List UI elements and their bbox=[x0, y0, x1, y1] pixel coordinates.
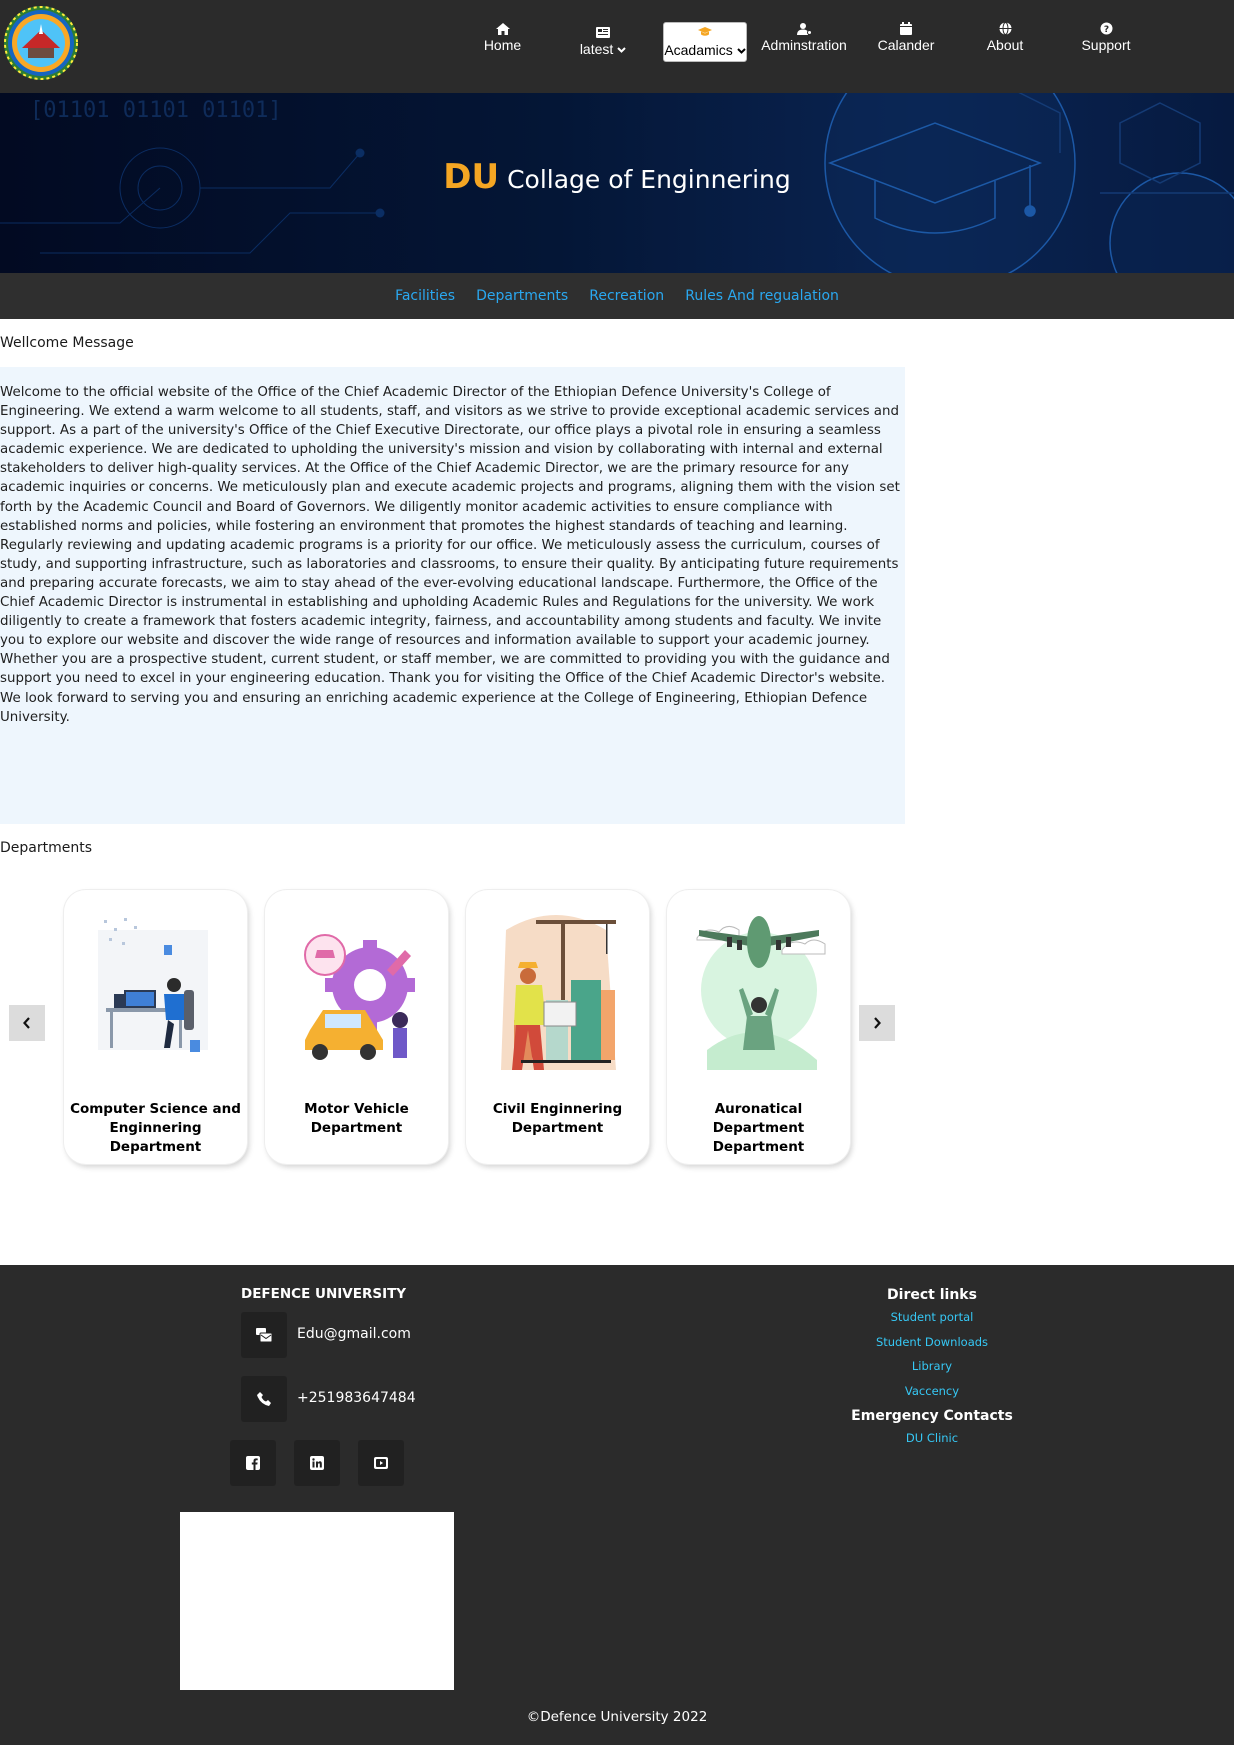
nav-about[interactable]: About bbox=[980, 20, 1030, 60]
mail-bulk-icon bbox=[256, 1328, 272, 1342]
department-card-motor-vehicle[interactable]: Motor Vehicle Department bbox=[265, 890, 448, 1164]
copyright-text: ©Defence University 2022 bbox=[526, 1709, 708, 1725]
user-gear-icon bbox=[758, 20, 850, 36]
question-circle-icon: ? bbox=[1076, 20, 1136, 36]
link-vacancy[interactable]: Vaccency bbox=[832, 1379, 1032, 1404]
facebook-link[interactable] bbox=[230, 1440, 276, 1486]
link-student-downloads[interactable]: Student Downloads bbox=[832, 1330, 1032, 1355]
graduation-cap-icon bbox=[664, 25, 746, 41]
department-card-title: Computer Science and Enginnering Departm… bbox=[70, 1101, 241, 1155]
chevron-down-icon bbox=[617, 47, 626, 54]
emergency-contacts-heading: Emergency Contacts bbox=[851, 1408, 1013, 1424]
calendar-icon bbox=[876, 20, 936, 36]
svg-text:?: ? bbox=[1103, 25, 1108, 35]
university-logo[interactable] bbox=[2, 4, 80, 82]
subnav-departments[interactable]: Departments bbox=[476, 273, 568, 319]
department-card-civil-engineering[interactable]: Civil Enginnering Department bbox=[466, 890, 649, 1164]
chevron-right-icon bbox=[874, 1017, 881, 1029]
hero-title-prefix: DU bbox=[443, 157, 500, 197]
carousel-prev-button[interactable] bbox=[9, 1005, 45, 1041]
civil-engineering-illustration bbox=[501, 915, 616, 1070]
hero-banner: [01101 01101 01101] DU Collage of Enginne… bbox=[0, 93, 1234, 273]
aeronautical-illustration bbox=[696, 916, 826, 1070]
chevron-down-icon bbox=[736, 48, 746, 55]
binary-text: [01101 01101 01101] bbox=[30, 98, 282, 123]
linkedin-link[interactable] bbox=[294, 1440, 340, 1486]
department-card-title: Auronatical Department Department bbox=[712, 1101, 805, 1155]
departments-heading: Departments bbox=[0, 840, 93, 856]
welcome-message-text: Welcome to the official website of the O… bbox=[0, 385, 900, 725]
footer-email[interactable]: Edu@gmail.com bbox=[297, 1326, 411, 1342]
globe-icon bbox=[980, 20, 1030, 36]
embedded-map[interactable] bbox=[180, 1512, 454, 1690]
subnav-recreation[interactable]: Recreation bbox=[589, 273, 664, 319]
chevron-left-icon bbox=[23, 1017, 30, 1029]
department-card-title: Motor Vehicle Department bbox=[304, 1101, 409, 1136]
nav-latest[interactable]: latest bbox=[573, 24, 633, 64]
link-library[interactable]: Library bbox=[832, 1354, 1032, 1379]
newspaper-icon bbox=[573, 24, 633, 40]
nav-academics-select[interactable]: Acadamics bbox=[663, 22, 747, 62]
phone-icon-box bbox=[241, 1376, 287, 1422]
footer-links-column: Direct links Student portal Student Down… bbox=[832, 1285, 1032, 1451]
page-footer: DEFENCE UNIVERSITY Edu@gmail.com +251983… bbox=[0, 1265, 1234, 1745]
phone-icon bbox=[257, 1392, 271, 1406]
nav-administration[interactable]: Adminstration bbox=[758, 20, 850, 60]
department-card-aeronautical[interactable]: Auronatical Department Department bbox=[667, 890, 850, 1164]
email-icon-box bbox=[241, 1312, 287, 1358]
computer-science-illustration bbox=[98, 918, 208, 1052]
link-du-clinic[interactable]: DU Clinic bbox=[832, 1426, 1032, 1451]
link-student-portal[interactable]: Student portal bbox=[832, 1305, 1032, 1330]
sub-navigation: Facilities Departments Recreation Rules … bbox=[0, 273, 1234, 319]
subnav-facilities[interactable]: Facilities bbox=[395, 273, 455, 319]
welcome-message-box: Welcome to the official website of the O… bbox=[0, 367, 905, 824]
nav-support[interactable]: ? Support bbox=[1076, 20, 1136, 60]
hero-title: DU Collage of Enginnering bbox=[0, 157, 1234, 197]
facebook-icon bbox=[246, 1456, 260, 1470]
nav-home[interactable]: Home bbox=[480, 20, 525, 60]
youtube-link[interactable] bbox=[358, 1440, 404, 1486]
youtube-icon bbox=[374, 1457, 388, 1469]
hero-title-text: Collage of Enginnering bbox=[507, 165, 791, 194]
carousel-next-button[interactable] bbox=[859, 1005, 895, 1041]
department-card-title: Civil Enginnering Department bbox=[492, 1101, 623, 1136]
home-icon bbox=[480, 20, 525, 36]
department-card-computer-science[interactable]: Computer Science and Enginnering Departm… bbox=[64, 890, 247, 1164]
direct-links-heading: Direct links bbox=[887, 1287, 977, 1303]
footer-phone[interactable]: +251983647484 bbox=[297, 1390, 416, 1406]
footer-brand: DEFENCE UNIVERSITY bbox=[241, 1286, 407, 1302]
welcome-heading: Wellcome Message bbox=[0, 335, 134, 351]
top-navbar: Home latest Acadamics Adminstration Cala… bbox=[0, 0, 1234, 93]
subnav-rules[interactable]: Rules And regualation bbox=[685, 273, 839, 319]
linkedin-icon bbox=[310, 1456, 324, 1470]
motor-vehicle-illustration bbox=[304, 934, 415, 1060]
nav-calendar[interactable]: Calander bbox=[876, 20, 936, 60]
